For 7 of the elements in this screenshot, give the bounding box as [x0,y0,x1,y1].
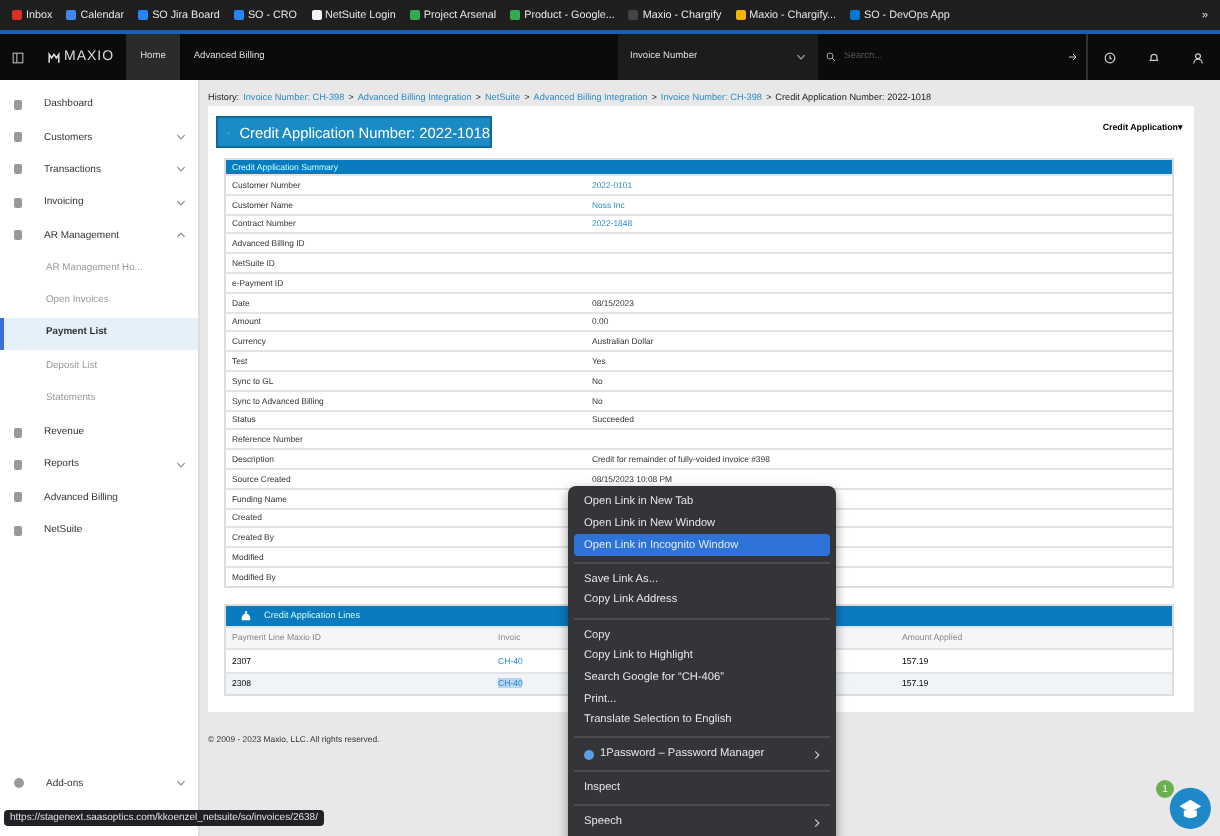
search-icon [826,52,836,62]
sidebar-toggle-icon[interactable] [12,51,24,63]
logo-icon [48,51,60,63]
user-icon[interactable] [1192,51,1204,63]
chevron-icon [796,54,806,60]
arrow-right-icon[interactable] [1068,52,1078,62]
bell-icon[interactable] [1148,51,1160,63]
